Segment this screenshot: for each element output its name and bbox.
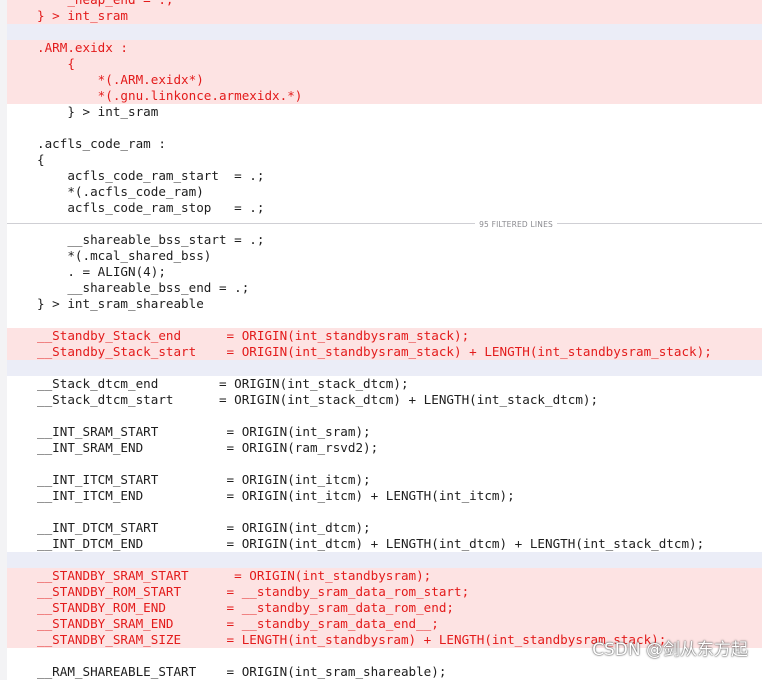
deleted-code-line: { [0, 56, 762, 72]
code-line: __RAM_SHAREABLE_START = ORIGIN(int_sram_… [37, 664, 447, 679]
deleted-code-line: } > int_sram [0, 8, 762, 24]
code-line: __Stack_dtcm_start = ORIGIN(int_stack_dt… [37, 392, 599, 407]
deleted-code-line: *(.gnu.linkonce.armexidx.*) [0, 88, 762, 104]
code-line: } > int_sram [37, 104, 159, 119]
filtered-lines-separator[interactable]: 95 FILTERED LINES [0, 216, 762, 232]
separator-rule [7, 223, 762, 224]
deleted-code-line: __STANDBY_ROM_START = __standby_sram_dat… [0, 584, 762, 600]
deleted-code-line: .ARM.exidx : [0, 40, 762, 56]
code-line: __INT_SRAM_START = ORIGIN(int_sram); [37, 424, 371, 439]
code-line: } > int_sram_shareable [37, 296, 204, 311]
hunk-separator [0, 552, 762, 568]
deleted-code-line: __STANDBY_SRAM_START = ORIGIN(int_standb… [0, 568, 762, 584]
code-line: { [37, 152, 45, 167]
code-block-before: _heap_end = .;} > int_sram.ARM.exidx : {… [0, 0, 762, 216]
code-line: .acfls_code_ram : [37, 136, 166, 151]
hunk-separator [0, 24, 762, 40]
diff-gutter [0, 0, 7, 680]
code-line: __INT_DTCM_START = ORIGIN(int_dtcm); [37, 520, 371, 535]
code-line: __shareable_bss_end = .; [37, 280, 250, 295]
watermark: CSDN @剑从东方起 [592, 640, 748, 660]
deleted-code-line: *(.ARM.exidx*) [0, 72, 762, 88]
diff-view: _heap_end = .;} > int_sram.ARM.exidx : {… [0, 0, 762, 680]
code-block-after: __shareable_bss_start = .; *(.mcal_share… [0, 232, 762, 680]
code-line: __INT_DTCM_END = ORIGIN(int_dtcm) + LENG… [37, 536, 705, 551]
deleted-code-line: __Standby_Stack_start = ORIGIN(int_stand… [0, 344, 762, 360]
deleted-code-line: __STANDBY_ROM_END = __standby_sram_data_… [0, 600, 762, 616]
code-line: acfls_code_ram_start = .; [37, 168, 265, 183]
code-line: *(.acfls_code_ram) [37, 184, 204, 199]
code-line: acfls_code_ram_stop = .; [37, 200, 265, 215]
code-line: . = ALIGN(4); [37, 264, 166, 279]
code-line: __INT_ITCM_START = ORIGIN(int_itcm); [37, 472, 371, 487]
code-line: __Stack_dtcm_end = ORIGIN(int_stack_dtcm… [37, 376, 409, 391]
code-line: __shareable_bss_start = .; [37, 232, 265, 247]
hunk-separator [0, 360, 762, 376]
code-line: *(.mcal_shared_bss) [37, 248, 212, 263]
filtered-lines-label[interactable]: 95 FILTERED LINES [475, 219, 557, 229]
deleted-code-line: _heap_end = .; [0, 0, 762, 8]
deleted-code-line: __Standby_Stack_end = ORIGIN(int_standby… [0, 328, 762, 344]
code-line: __INT_SRAM_END = ORIGIN(ram_rsvd2); [37, 440, 379, 455]
code-line: __INT_ITCM_END = ORIGIN(int_itcm) + LENG… [37, 488, 515, 503]
deleted-code-line: __STANDBY_SRAM_END = __standby_sram_data… [0, 616, 762, 632]
